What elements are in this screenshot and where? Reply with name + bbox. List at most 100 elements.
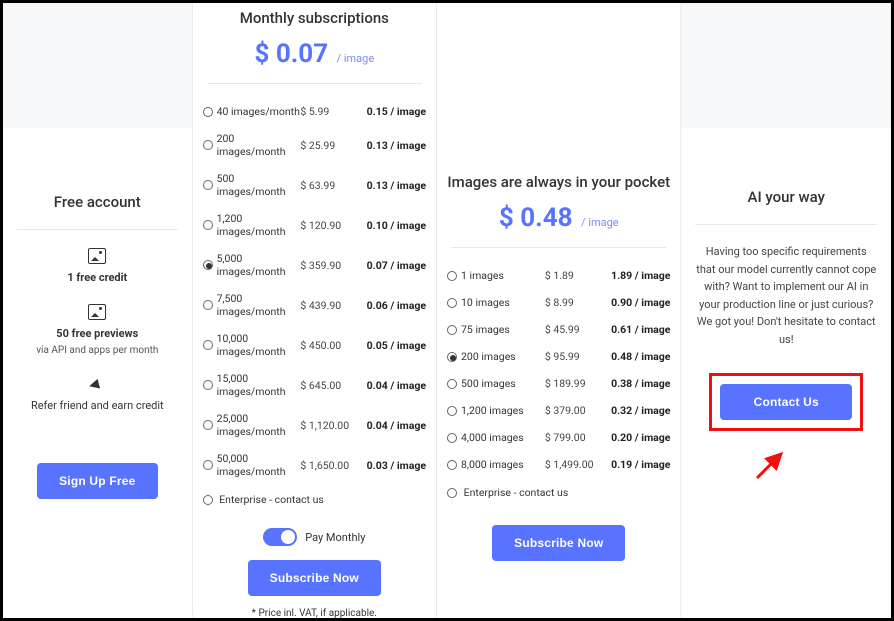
monthly-subscribe-button[interactable]: Subscribe Now [248, 560, 381, 596]
radio-icon [447, 352, 457, 362]
pocket-tiers: 1 images$ 1.891.89 / image10 images$ 8.9… [437, 262, 680, 478]
tier-price: $ 439.90 [300, 299, 356, 312]
tier-label: 500 images [461, 377, 545, 390]
free-credit-label: 1 free credit [11, 270, 184, 287]
tier-label: 7,500 images/month [217, 292, 301, 318]
tier-price: $ 450.00 [300, 339, 356, 352]
monthly-tiers: 40 images/month$ 5.990.15 / image200 ima… [193, 98, 436, 485]
free-previews-label: 50 free previews [11, 326, 184, 343]
tier-label: 1,200 images [461, 404, 545, 417]
tier-price: $ 5.99 [300, 105, 356, 118]
tier-label: 40 images/month [217, 105, 301, 118]
radio-icon [203, 340, 213, 350]
radio-icon [203, 460, 213, 470]
free-title: Free account [3, 193, 192, 211]
monthly-enterprise-label: Enterprise - contact us [219, 493, 324, 506]
monthly-footnote: * Price inl. VAT, if applicable. [193, 608, 436, 619]
radio-icon [447, 298, 457, 308]
divider [695, 224, 877, 225]
ai-body: Having too specific requirements that ou… [681, 243, 891, 349]
pocket-enterprise-row[interactable]: Enterprise - contact us [437, 478, 680, 507]
pocket-tier-row[interactable]: 75 images$ 45.990.61 / image [445, 316, 672, 343]
plan-monthly: Monthly subscriptions $ 0.07 / image 40 … [193, 3, 437, 618]
pocket-tier-row[interactable]: 1 images$ 1.891.89 / image [445, 262, 672, 289]
tier-label: 1,200 images/month [217, 212, 301, 238]
pocket-enterprise-label: Enterprise - contact us [464, 486, 569, 499]
tier-price: $ 359.90 [300, 259, 356, 272]
pocket-title: Images are always in your pocket [437, 173, 680, 191]
radio-icon [203, 260, 213, 270]
tier-rate: 0.05 / image [356, 339, 426, 352]
tier-label: 4,000 images [461, 431, 545, 444]
tier-rate: 0.38 / image [601, 377, 671, 390]
image-icon [88, 248, 106, 264]
radio-icon [447, 325, 457, 335]
monthly-tier-row[interactable]: 1,200 images/month$ 120.900.10 / image [201, 205, 428, 245]
pocket-tier-row[interactable]: 8,000 images$ 1,499.000.19 / image [445, 451, 672, 478]
tier-label: 25,000 images/month [217, 412, 301, 438]
pay-monthly-toggle[interactable] [263, 528, 297, 546]
tier-rate: 0.10 / image [356, 219, 426, 232]
radio-icon [203, 140, 213, 150]
tier-price: $ 25.99 [300, 139, 356, 152]
megaphone-icon [89, 377, 105, 393]
pocket-tier-row[interactable]: 500 images$ 189.990.38 / image [445, 370, 672, 397]
tier-rate: 0.13 / image [356, 139, 426, 152]
radio-icon [203, 107, 213, 117]
radio-icon [203, 220, 213, 230]
pocket-tier-row[interactable]: 200 images$ 95.990.48 / image [445, 343, 672, 370]
tier-rate: 0.90 / image [601, 296, 671, 309]
monthly-tier-row[interactable]: 10,000 images/month$ 450.000.05 / image [201, 325, 428, 365]
tier-price: $ 379.00 [545, 404, 601, 417]
radio-icon [447, 460, 457, 470]
monthly-enterprise-row[interactable]: Enterprise - contact us [193, 485, 436, 514]
tier-price: $ 1,120.00 [300, 419, 356, 432]
contact-highlight-box: Contact Us [709, 373, 863, 431]
pocket-tier-row[interactable]: 1,200 images$ 379.000.32 / image [445, 397, 672, 424]
radio-icon [203, 420, 213, 430]
free-refer-label: Refer friend and earn credit [11, 398, 184, 415]
plan-pocket: Images are always in your pocket $ 0.48 … [437, 3, 681, 618]
pocket-subscribe-button[interactable]: Subscribe Now [492, 525, 625, 561]
signup-button[interactable]: Sign Up Free [37, 463, 157, 499]
divider [17, 229, 178, 230]
divider [207, 83, 422, 84]
monthly-tier-row[interactable]: 5,000 images/month$ 359.900.07 / image [201, 245, 428, 285]
tier-label: 10 images [461, 296, 545, 309]
monthly-tier-row[interactable]: 50,000 images/month$ 1,650.000.03 / imag… [201, 445, 428, 485]
monthly-tier-row[interactable]: 25,000 images/month$ 1,120.000.04 / imag… [201, 405, 428, 445]
tier-price: $ 189.99 [545, 377, 601, 390]
tier-rate: 0.20 / image [601, 431, 671, 444]
tier-rate: 0.19 / image [601, 458, 671, 471]
tier-price: $ 8.99 [545, 296, 601, 309]
pocket-price: $ 0.48 / image [437, 203, 680, 233]
pay-toggle-row: Pay Monthly [193, 528, 436, 546]
monthly-tier-row[interactable]: 7,500 images/month$ 439.900.06 / image [201, 285, 428, 325]
radio-icon [447, 488, 457, 498]
plan-ai: AI your way Having too specific requirem… [681, 3, 891, 618]
monthly-price-per: / image [337, 52, 375, 65]
tier-label: 200 images/month [217, 132, 301, 158]
tier-price: $ 1,650.00 [300, 459, 356, 472]
tier-label: 1 images [461, 269, 545, 282]
contact-us-button[interactable]: Contact Us [720, 384, 852, 420]
monthly-tier-row[interactable]: 15,000 images/month$ 645.000.04 / image [201, 365, 428, 405]
plan-free: Free account 1 free credit 50 free previ… [3, 3, 193, 618]
tier-label: 200 images [461, 350, 545, 363]
monthly-tier-row[interactable]: 200 images/month$ 25.990.13 / image [201, 125, 428, 165]
tier-price: $ 799.00 [545, 431, 601, 444]
tier-rate: 0.06 / image [356, 299, 426, 312]
callout-arrow-icon [751, 444, 791, 488]
image-icon [88, 304, 106, 320]
tier-rate: 0.04 / image [356, 379, 426, 392]
pay-monthly-label: Pay Monthly [305, 531, 365, 544]
radio-icon [447, 379, 457, 389]
tier-price: $ 645.00 [300, 379, 356, 392]
tier-price: $ 1.89 [545, 269, 601, 282]
monthly-tier-row[interactable]: 500 images/month$ 63.990.13 / image [201, 165, 428, 205]
monthly-tier-row[interactable]: 40 images/month$ 5.990.15 / image [201, 98, 428, 125]
pocket-tier-row[interactable]: 4,000 images$ 799.000.20 / image [445, 424, 672, 451]
radio-icon [203, 380, 213, 390]
tier-label: 15,000 images/month [217, 372, 301, 398]
pocket-tier-row[interactable]: 10 images$ 8.990.90 / image [445, 289, 672, 316]
